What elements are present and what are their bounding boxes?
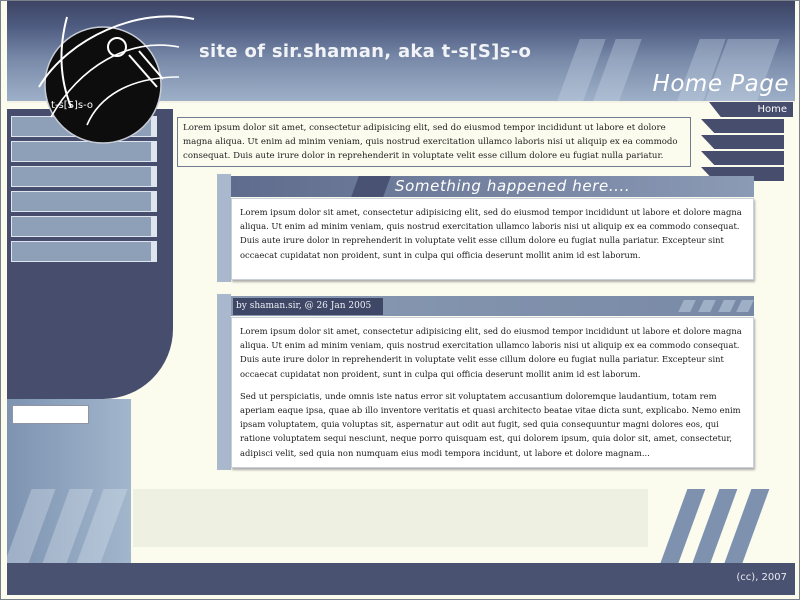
intro-text: Lorem ipsum dolor sit amet, consectetur … bbox=[177, 117, 691, 167]
sidebar-button-3[interactable] bbox=[11, 166, 157, 187]
nav-tab-1[interactable] bbox=[701, 119, 784, 133]
bar-decor-stripe bbox=[718, 300, 736, 312]
search-input[interactable] bbox=[12, 405, 89, 424]
content-footer-band bbox=[133, 489, 648, 547]
panel-accent bbox=[217, 294, 231, 470]
post-body: Lorem ipsum dolor sit amet, consectetur … bbox=[240, 207, 742, 260]
post-panel: Lorem ipsum dolor sit amet, consectetur … bbox=[231, 198, 754, 280]
footer-copyright: (cc), 2007 bbox=[736, 572, 787, 583]
site-title: site of sir.shaman, aka t-s[S]s-o bbox=[199, 41, 532, 62]
post-title: Something happened here.... bbox=[395, 177, 631, 195]
page: site of sir.shaman, aka t-s[S]s-o Home P… bbox=[0, 0, 800, 600]
footer: (cc), 2007 bbox=[7, 563, 795, 595]
post-paragraph: Sed ut perspiciatis, unde omnis iste nat… bbox=[240, 390, 741, 458]
bar-decor-stripe bbox=[678, 300, 696, 312]
nav-tab-3[interactable] bbox=[701, 151, 784, 165]
bar-decor-stripe bbox=[736, 300, 754, 312]
nav-tab-home[interactable]: Home bbox=[709, 102, 793, 117]
sidebar-button-4[interactable] bbox=[11, 191, 157, 212]
nav-tab-2[interactable] bbox=[701, 135, 784, 149]
post-byline: by shaman.sir, @ 26 Jan 2005 bbox=[233, 298, 383, 315]
post-panel: Lorem ipsum dolor sit amet, consectetur … bbox=[231, 317, 754, 468]
site-logo[interactable]: t-s[S]s-o bbox=[29, 7, 199, 157]
bar-decor-stripe bbox=[698, 300, 716, 312]
page-heading: Home Page bbox=[652, 71, 789, 97]
sidebar-button-5[interactable] bbox=[11, 216, 157, 237]
decor-stripes bbox=[651, 489, 771, 564]
sidebar-button-6[interactable] bbox=[11, 241, 157, 262]
post-paragraph: Lorem ipsum dolor sit amet, consectetur … bbox=[240, 326, 742, 379]
logo-text: t-s[S]s-o bbox=[51, 100, 93, 111]
panel-accent bbox=[217, 174, 231, 282]
